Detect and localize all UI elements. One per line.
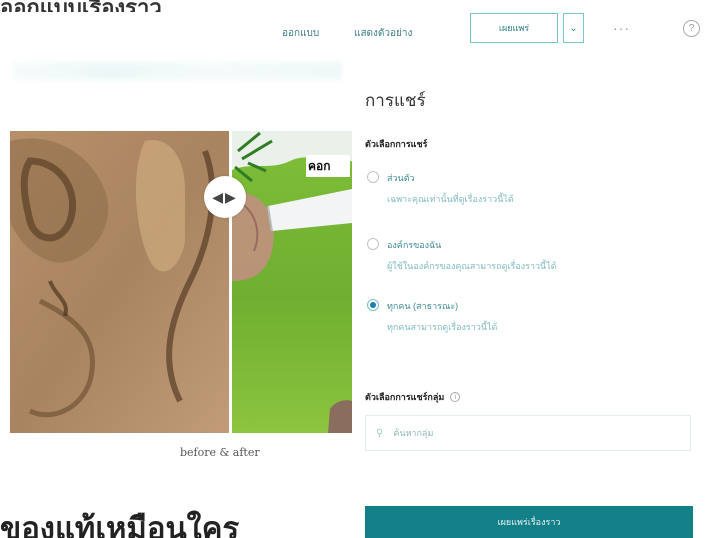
publish-button[interactable]: เผยแพร่ (470, 13, 558, 43)
option-label: ส่วนตัว (387, 173, 415, 183)
more-options-icon[interactable]: ··· (613, 20, 630, 36)
arrows-left-right-icon: ◀▶ (212, 188, 238, 205)
builder-toolbar: ออกแบบ แสดงตัวอย่าง เผยแพร่ ⌄ ··· ? (0, 0, 720, 62)
chevron-down-icon: ⌄ (569, 22, 578, 34)
visibility-section-label: ตัวเลือกการแชร์ (365, 139, 428, 149)
group-search-box[interactable]: ⚲ (365, 415, 691, 451)
option-label: องค์กรของฉัน (387, 240, 442, 250)
publish-options-button[interactable]: ⌄ (563, 13, 584, 43)
group-section-label: ตัวเลือกการแชร์กลุ่ม i (365, 390, 461, 404)
publish-story-button[interactable]: เผยแพร่เรื่องราว (365, 506, 693, 538)
option-description: ทุกคนสามารถดูเรื่องราวนี้ได้ (387, 322, 498, 332)
radio-button[interactable] (367, 171, 379, 183)
before-after-slider[interactable] (10, 131, 352, 433)
share-panel: การแชร์ ตัวเลือกการแชร์ ส่วนตัว เฉพาะคุณ… (362, 60, 720, 538)
group-section-text: ตัวเลือกการแชร์กลุ่ม (365, 392, 445, 402)
image-overlay-label: คอก (306, 155, 350, 177)
slider-handle[interactable]: ◀▶ (204, 176, 246, 218)
panel-title: การแชร์ (365, 91, 426, 110)
blurred-text-strip (12, 62, 342, 80)
option-description: เฉพาะคุณเท่านั้นที่ดูเรื่องราวนี้ได้ (387, 194, 514, 204)
before-after-image (10, 131, 352, 433)
info-icon[interactable]: i (450, 392, 461, 402)
radio-button-selected[interactable] (367, 299, 379, 311)
section-heading-partial: ของแท้เหมือนใคร (0, 511, 240, 538)
preview-tab[interactable]: แสดงตัวอย่าง (354, 26, 412, 41)
search-icon: ⚲ (376, 427, 384, 439)
group-search-input[interactable] (393, 428, 644, 438)
radio-button[interactable] (367, 238, 379, 250)
design-tab[interactable]: ออกแบบ (282, 26, 319, 41)
option-description: ผู้ใช้ในองค์กรของคุณสามารถดูเรื่องราวนี้… (387, 261, 557, 271)
option-label: ทุกคน (สาธารณะ) (387, 301, 459, 311)
help-icon[interactable]: ? (683, 20, 700, 37)
image-caption: before & after (180, 446, 260, 459)
